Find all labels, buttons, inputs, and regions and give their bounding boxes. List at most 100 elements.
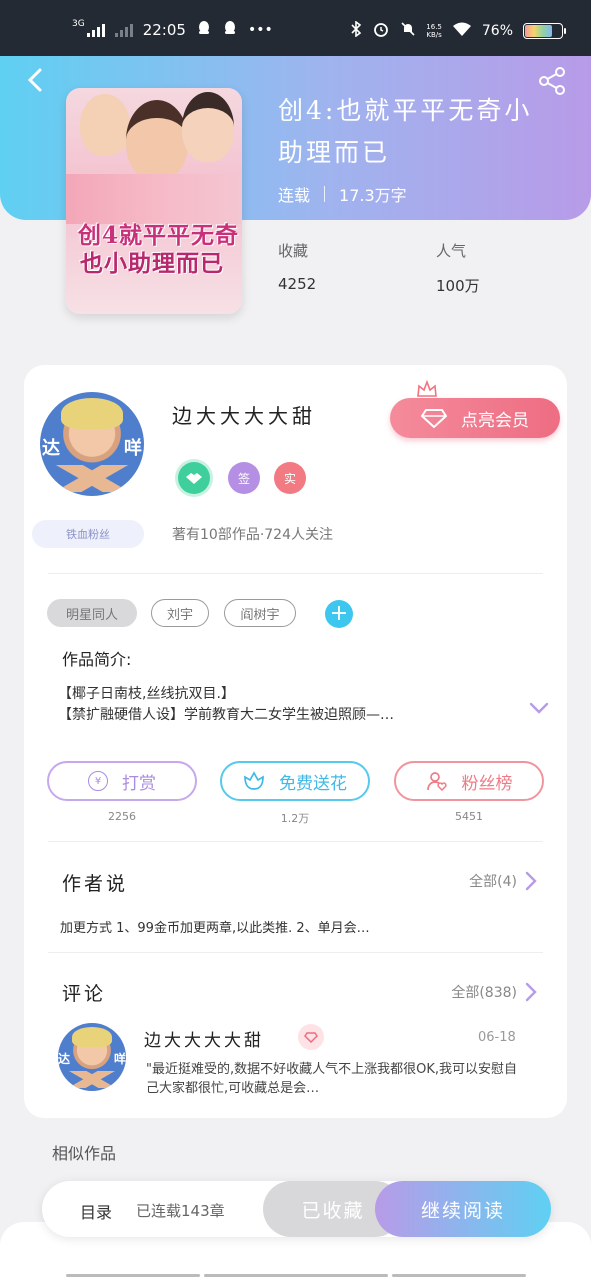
add-tag-button[interactable]: +: [325, 600, 353, 628]
alarm-icon: [372, 20, 390, 42]
favorites-stat: 收藏 4252: [278, 240, 316, 293]
comments-more[interactable]: 全部(838): [451, 982, 537, 1002]
vip-button[interactable]: 点亮会员: [390, 398, 560, 438]
sign-badge[interactable]: 签: [228, 462, 260, 494]
avatar-arms: [63, 1070, 121, 1089]
fan-tag[interactable]: 铁血粉丝: [32, 520, 144, 548]
author-says-text[interactable]: 加更方式 1、99金币加更两章,以此类推. 2、单月会…: [60, 917, 480, 936]
chevron-right-icon: [525, 982, 537, 1002]
real-name-badge[interactable]: 实: [274, 462, 306, 494]
tip-label: 打赏: [122, 773, 156, 794]
qq-icon: [196, 20, 212, 40]
flower-count: 1.2万: [280, 812, 310, 825]
author-avatar[interactable]: 达 咩: [40, 392, 144, 496]
meta-separator: [324, 186, 326, 202]
battery-icon: [523, 23, 566, 39]
send-flower-button[interactable]: 免费送花: [220, 761, 370, 801]
book-word-count: 17.3万字: [339, 186, 407, 205]
avatar-hair: [60, 398, 124, 430]
network-speed: 16.5 KB/s: [426, 23, 442, 39]
author-says-title: 作者说: [62, 873, 129, 895]
page-indicator: [204, 1274, 388, 1277]
page-indicator: [392, 1274, 526, 1277]
popularity-label: 人气: [436, 242, 467, 260]
yuan-icon: ¥: [88, 771, 108, 791]
signal-icon-2: [114, 23, 133, 37]
tip-button[interactable]: ¥ 打赏: [47, 761, 197, 801]
divider: [48, 573, 543, 574]
cover-title-line2: 也小助理而已: [80, 250, 224, 277]
back-arrow-icon: [27, 68, 42, 92]
signal-icon: [86, 23, 105, 37]
cover-figure-left: [80, 94, 130, 156]
back-button[interactable]: [22, 66, 50, 94]
avatar-hair: [71, 1027, 113, 1048]
book-meta: 连载 17.3万字: [278, 182, 407, 206]
intro-line-1: 【椰子日南枝,丝线抗双目.】: [58, 686, 235, 702]
comments-more-label: 全部(838): [451, 985, 517, 1001]
cover-figure-right: [182, 92, 234, 162]
chapter-count[interactable]: 已连载143章: [136, 1200, 225, 1221]
popularity-value: 100万: [436, 277, 480, 295]
author-works-info: 著有10部作品·724人关注: [172, 527, 333, 543]
wifi-icon: [452, 21, 472, 41]
flower-icon: [244, 771, 264, 790]
share-button[interactable]: [537, 66, 567, 96]
send-flower-label: 免费送花: [279, 773, 347, 794]
favorites-label: 收藏: [278, 242, 309, 260]
book-cover[interactable]: 创4就平平无奇 也小助理而已: [66, 88, 242, 314]
divider: [48, 841, 543, 842]
chevron-down-icon: [529, 702, 549, 714]
author-name[interactable]: 边大大大大甜: [172, 400, 316, 429]
book-status: 连载: [278, 186, 311, 205]
mute-icon: [400, 21, 416, 41]
vip-button-label: 点亮会员: [461, 410, 529, 431]
toc-button[interactable]: 目录: [80, 1199, 112, 1223]
clock: 22:05: [142, 21, 186, 39]
network-type: 3G: [72, 19, 85, 29]
bluetooth-icon: [350, 20, 362, 41]
tip-count: 2256: [108, 810, 136, 823]
speed-value: 16.5: [426, 23, 442, 31]
share-icon: [539, 67, 565, 95]
comment-date: 06-18: [478, 1030, 516, 1045]
book-title: 创4:也就平平无奇小助理而已: [278, 96, 533, 167]
divider: [48, 952, 543, 953]
avatar-label-right: 咩: [124, 437, 142, 459]
intro-line-2: 【禁扩融硬借人设】学前教育大二女学生被迫照顾—…: [58, 707, 394, 723]
avatar-label-left: 达: [42, 437, 60, 459]
intro-label: 作品简介:: [62, 650, 132, 669]
speed-unit: KB/s: [426, 31, 442, 39]
page-indicator: [66, 1274, 200, 1277]
qq-icon-2: [222, 20, 238, 40]
avatar-label-right: 咩: [113, 1052, 126, 1067]
battery-percent: 76%: [481, 23, 513, 39]
comments-title: 评论: [62, 983, 107, 1005]
popularity-stat: 人气 100万: [436, 240, 480, 296]
tag-0[interactable]: 明星同人: [47, 599, 137, 627]
person-heart-icon: [426, 772, 447, 792]
author-says-more-label: 全部(4): [469, 874, 517, 890]
more-notifications: •••: [247, 22, 273, 38]
tag-1[interactable]: 刘宇: [151, 599, 209, 627]
comment-text[interactable]: "最近挺难受的,数据不好收藏人气不上涨我都很OK,我可以安慰自己大家都很忙,可收…: [146, 1060, 522, 1098]
continue-reading-button[interactable]: 继续阅读: [375, 1181, 551, 1237]
similar-works-title: 相似作品: [52, 1144, 117, 1163]
diamond-icon: [421, 409, 447, 428]
vip-gem-icon: [298, 1024, 324, 1050]
chevron-right-icon: [525, 871, 537, 891]
status-bar: 3G 22:05 ••• 16.5 KB/s 76%: [0, 0, 591, 56]
fan-ranking-label: 粉丝榜: [461, 773, 513, 794]
expand-intro-button[interactable]: [528, 697, 550, 719]
handshake-badge-icon[interactable]: [178, 462, 210, 494]
avatar-arms: [48, 464, 136, 492]
favorites-value: 4252: [278, 275, 317, 293]
fan-count: 5451: [455, 810, 483, 823]
avatar-label-left: 达: [58, 1052, 71, 1067]
author-says-more[interactable]: 全部(4): [469, 871, 537, 891]
cover-figure-center: [126, 100, 188, 180]
comment-avatar[interactable]: 达 咩: [58, 1023, 126, 1091]
tag-2[interactable]: 阎树宇: [224, 599, 296, 627]
comment-author-name[interactable]: 边大大大大甜: [144, 1026, 264, 1051]
fan-ranking-button[interactable]: 粉丝榜: [394, 761, 544, 801]
